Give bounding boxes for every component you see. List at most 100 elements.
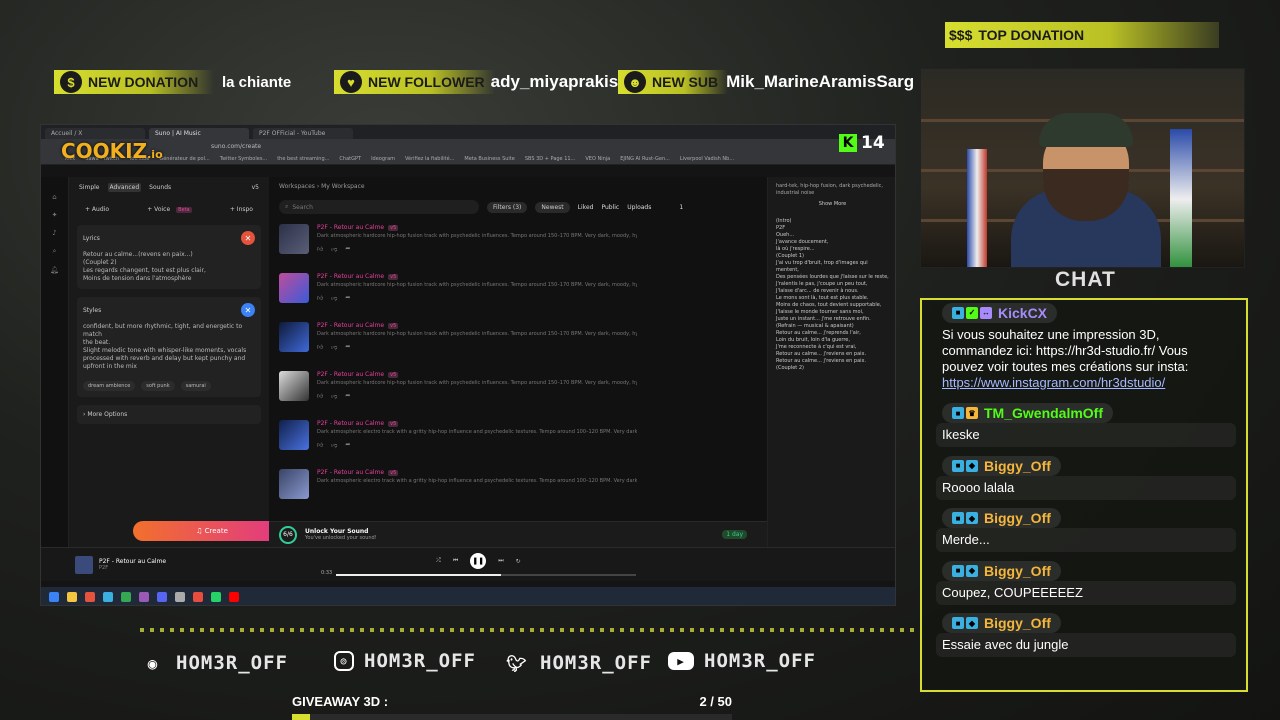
chat-username[interactable]: ■ ✓ ↔ KickCX bbox=[942, 302, 1058, 323]
social-twitter: 🐦︎ HOM3R_OFF bbox=[504, 650, 652, 676]
chat-text-body: Si vous souhaitez une impression 3D, com… bbox=[942, 326, 1189, 374]
share-icon[interactable]: ➦ bbox=[345, 392, 350, 400]
repeat-icon[interactable]: ↻ bbox=[516, 558, 521, 565]
style-chip[interactable]: dream ambience bbox=[83, 381, 136, 391]
create-icon[interactable]: ✦ bbox=[52, 211, 58, 219]
chat-username[interactable]: ■ ◆ Biggy_Off bbox=[942, 455, 1061, 476]
add-audio-button[interactable]: + Audio bbox=[85, 206, 109, 213]
lyric-line: Le mons sont là, tout est plus stable. bbox=[776, 295, 869, 301]
bookmark[interactable]: Ideogram bbox=[371, 156, 395, 162]
pause-button[interactable]: ❚❚ bbox=[470, 553, 487, 569]
version-badge: v5 bbox=[388, 421, 399, 427]
dislike-icon[interactable]: 👎︎ bbox=[331, 441, 337, 449]
windows-start-icon[interactable] bbox=[49, 592, 59, 602]
app-icon[interactable] bbox=[175, 592, 185, 602]
dislike-icon[interactable]: 👎︎ bbox=[331, 245, 337, 253]
previous-icon[interactable]: ⏮ bbox=[453, 557, 458, 565]
song-row[interactable]: P2F - Retour au Calme v5 Dark atmospheric … bbox=[279, 322, 757, 371]
app-icon[interactable] bbox=[193, 592, 203, 602]
share-icon[interactable]: ➦ bbox=[345, 343, 350, 351]
bookmark[interactable]: VEO Ninja bbox=[585, 156, 610, 162]
view-tab-uploads[interactable]: Uploads bbox=[627, 204, 651, 211]
chat-link[interactable]: https://www.instagram.com/hr3dstudio/ bbox=[942, 375, 1165, 390]
version-select[interactable]: v5 bbox=[250, 183, 261, 192]
create-button[interactable]: ♫ Create bbox=[133, 521, 291, 541]
page-number: 1 bbox=[679, 203, 684, 211]
app-icon[interactable] bbox=[85, 592, 95, 602]
style-chip[interactable]: samurai bbox=[180, 381, 211, 391]
player-cover bbox=[75, 555, 93, 574]
discord-taskbar-icon[interactable] bbox=[157, 592, 167, 602]
lyric-line: Juste un instant... j'me retrouve enfin. bbox=[776, 316, 871, 322]
bell-icon[interactable]: 🔔︎ bbox=[50, 266, 59, 274]
dislike-icon[interactable]: 👎︎ bbox=[331, 343, 337, 351]
library-icon[interactable]: ♪ bbox=[52, 229, 56, 237]
styles-text[interactable]: confident, but more rhythmic, tight, and… bbox=[83, 323, 255, 371]
app-icon[interactable] bbox=[139, 592, 149, 602]
song-row[interactable]: P2F - Retour au Calme v5 Dark atmospheric … bbox=[279, 469, 757, 518]
more-options[interactable]: › More Options bbox=[77, 405, 261, 424]
song-cover bbox=[279, 469, 309, 499]
song-row[interactable]: P2F - Retour au Calme v5 Dark atmospheric … bbox=[279, 224, 757, 273]
add-inspo-button[interactable]: + Inspo bbox=[230, 206, 253, 213]
bookmark[interactable]: the best streaming... bbox=[277, 156, 329, 162]
giveaway-count: 2 / 50 bbox=[699, 694, 732, 709]
song-row[interactable]: P2F - Retour au Calme v5 Dark atmospheric … bbox=[279, 273, 757, 322]
chrome-icon[interactable] bbox=[121, 592, 131, 602]
workspace: Workspaces › My Workspace ⌕ Search Filter… bbox=[269, 177, 767, 547]
chat-username[interactable]: ■ ◆ Biggy_Off bbox=[942, 560, 1061, 581]
browser-tab[interactable]: Accueil / X bbox=[45, 128, 145, 139]
like-icon[interactable]: 👍︎ bbox=[317, 245, 323, 253]
mode-sounds[interactable]: Sounds bbox=[147, 183, 173, 192]
edge-icon[interactable] bbox=[103, 592, 113, 602]
bookmark[interactable]: Vérifiez la fiabilité... bbox=[405, 156, 454, 162]
chat-username[interactable]: ■ ◆ Biggy_Off bbox=[942, 613, 1061, 633]
like-icon[interactable]: 👍︎ bbox=[317, 441, 323, 449]
mode-advanced[interactable]: Advanced bbox=[107, 183, 142, 192]
like-icon[interactable]: 👍︎ bbox=[317, 392, 323, 400]
show-more-button[interactable]: Show More bbox=[776, 201, 889, 208]
youtube-taskbar-icon[interactable] bbox=[229, 592, 239, 602]
bookmark[interactable]: SBS 3D + Page 11... bbox=[525, 156, 576, 162]
bookmark[interactable]: EJING AI Rust-Gen... bbox=[620, 156, 670, 162]
song-row[interactable]: P2F - Retour au Calme v5 Dark atmospheric … bbox=[279, 420, 757, 469]
filters-button[interactable]: Filters (3) bbox=[487, 201, 528, 213]
giveaway: GIVEAWAY 3D : 2 / 50 bbox=[292, 694, 732, 709]
mode-simple[interactable]: Simple bbox=[77, 183, 102, 192]
file-explorer-icon[interactable] bbox=[67, 592, 77, 602]
add-voice-button[interactable]: + Voice Beta bbox=[147, 206, 192, 213]
address-bar[interactable]: suno.com/create bbox=[41, 139, 895, 153]
share-icon[interactable]: ➦ bbox=[345, 441, 350, 449]
share-icon[interactable]: ➦ bbox=[345, 245, 350, 253]
chat-username[interactable]: ■ ♛ TM_GwendalmOff bbox=[942, 403, 1114, 423]
dislike-icon[interactable]: 👎︎ bbox=[331, 392, 337, 400]
bookmark[interactable]: Twitter Symboles... bbox=[220, 156, 267, 162]
song-row[interactable]: P2F - Retour au Calme v5 Dark atmospheric … bbox=[279, 371, 757, 420]
share-icon[interactable]: ➦ bbox=[345, 294, 350, 302]
close-icon[interactable]: ✕ bbox=[241, 231, 255, 245]
browser-tab[interactable]: P2F OFFicial - YouTube bbox=[253, 128, 353, 139]
view-tab-public[interactable]: Public bbox=[601, 204, 619, 211]
unlock-banner[interactable]: 6/6 Unlock Your Sound You've unlocked you… bbox=[269, 521, 767, 547]
search-icon[interactable]: ⌕ bbox=[53, 247, 57, 256]
like-icon[interactable]: 👍︎ bbox=[317, 294, 323, 302]
home-icon[interactable]: ⌂ bbox=[52, 193, 56, 201]
close-icon[interactable]: ✕ bbox=[241, 303, 255, 317]
view-tab-liked[interactable]: Liked bbox=[578, 204, 594, 211]
bookmark[interactable]: Meta Business Suite bbox=[464, 156, 514, 162]
like-icon[interactable]: 👍︎ bbox=[317, 343, 323, 351]
bookmark[interactable]: Générateur de pol... bbox=[159, 156, 209, 162]
lyrics-text[interactable]: Retour au calme...(revens en paix...) (C… bbox=[83, 251, 255, 283]
whatsapp-icon[interactable] bbox=[211, 592, 221, 602]
style-chip[interactable]: soft punk bbox=[141, 381, 175, 391]
bookmark[interactable]: ChatGPT bbox=[339, 156, 361, 162]
search-input[interactable]: ⌕ Search bbox=[279, 200, 479, 214]
browser-tab[interactable]: Suno | AI Music bbox=[149, 128, 249, 139]
dislike-icon[interactable]: 👎︎ bbox=[331, 294, 337, 302]
bookmark[interactable]: Liverpool Vadish Nb... bbox=[680, 156, 734, 162]
sort-button[interactable]: Newest bbox=[535, 201, 570, 213]
shuffle-icon[interactable]: ⤮ bbox=[436, 557, 441, 565]
player-progress[interactable] bbox=[336, 574, 636, 576]
chat-username[interactable]: ■ ◆ Biggy_Off bbox=[942, 508, 1061, 528]
next-icon[interactable]: ⏭ bbox=[498, 557, 503, 565]
